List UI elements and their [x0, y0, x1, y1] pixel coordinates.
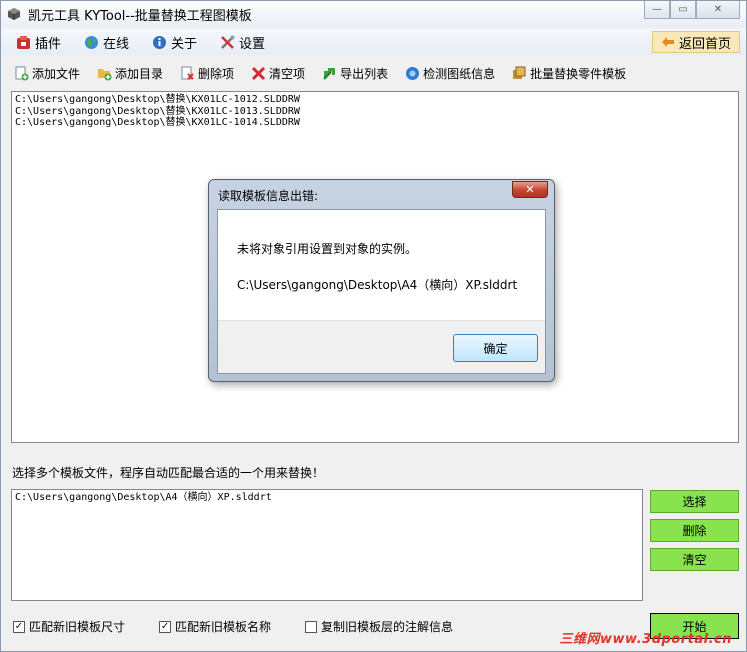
tool-label: 导出列表	[340, 66, 389, 81]
dialog-title: 读取模板信息出错:	[218, 189, 319, 203]
checkbox-box[interactable]: ✓	[159, 620, 172, 633]
tool-label: 删除项	[198, 66, 235, 81]
clear-icon	[250, 65, 266, 81]
dialog-message: 未将对象引用设置到对象的实例。	[237, 242, 418, 256]
close-button[interactable]: ✕	[696, 1, 740, 19]
inspect-drawing-button[interactable]: 检测图纸信息	[400, 62, 499, 84]
plugin-icon	[15, 34, 31, 50]
dialog-body: 未将对象引用设置到对象的实例。 C:\Users\gangong\Desktop…	[217, 209, 546, 374]
menu-plugin[interactable]: 插件	[7, 31, 69, 53]
export-list-button[interactable]: 导出列表	[317, 62, 392, 84]
maximize-button[interactable]: ▭	[670, 1, 696, 19]
add-folder-icon	[96, 65, 112, 81]
match-name-checkbox[interactable]: ✓ 匹配新旧模板名称	[159, 618, 271, 635]
add-folder-button[interactable]: 添加目录	[92, 62, 167, 84]
tools-icon	[219, 34, 235, 50]
arrow-left-icon	[661, 36, 675, 48]
globe-icon	[83, 34, 99, 50]
export-icon	[321, 65, 337, 81]
back-home-label: 返回首页	[678, 36, 731, 52]
inspect-icon	[404, 65, 420, 81]
menu-label: 设置	[239, 36, 266, 52]
list-item[interactable]: C:\Users\gangong\Desktop\A4（横向）XP.slddrt	[15, 492, 639, 504]
back-home-button[interactable]: 返回首页	[651, 31, 740, 53]
tool-label: 添加目录	[115, 66, 164, 81]
checkbox-label: 匹配新旧模板尺寸	[29, 620, 126, 634]
options-row: ✓ 匹配新旧模板尺寸 ✓ 匹配新旧模板名称 复制旧模板层的注解信息	[13, 618, 487, 635]
clear-template-button[interactable]: 清空	[650, 548, 739, 571]
tool-label: 批量替换零件模板	[530, 66, 627, 81]
clear-items-button[interactable]: 清空项	[246, 62, 309, 84]
add-file-button[interactable]: 添加文件	[9, 62, 84, 84]
list-item[interactable]: C:\Users\gangong\Desktop\替换\KX01LC-1013.…	[15, 106, 735, 118]
caption-buttons: — ▭ ✕	[644, 1, 740, 19]
window-title: 凯元工具 KYTool--批量替换工程图模板	[28, 8, 252, 24]
tool-label: 检测图纸信息	[423, 66, 496, 81]
menu-settings[interactable]: 设置	[211, 31, 273, 53]
menu-bar: 插件 在线 关于 设置 返回首页	[1, 29, 746, 55]
select-template-button[interactable]: 选择	[650, 490, 739, 513]
close-icon: ✕	[525, 183, 535, 196]
checkbox-box[interactable]	[305, 620, 318, 633]
error-dialog: 读取模板信息出错: ✕ 未将对象引用设置到对象的实例。 C:\Users\gan…	[208, 179, 555, 382]
dialog-footer: 确定	[218, 320, 545, 373]
match-size-checkbox[interactable]: ✓ 匹配新旧模板尺寸	[13, 618, 125, 635]
checkbox-label: 复制旧模板层的注解信息	[321, 620, 454, 634]
ok-button[interactable]: 确定	[453, 334, 538, 362]
tool-label: 添加文件	[32, 66, 81, 81]
template-file-list[interactable]: C:\Users\gangong\Desktop\A4（横向）XP.slddrt	[11, 489, 643, 601]
maximize-icon: ▭	[678, 4, 688, 15]
watermark: 三维网www.3dportal.cn	[559, 632, 732, 647]
toolbar: 添加文件 添加目录 删除项 清空项 导出列表 检测图纸信息 批量替换零件模板	[1, 59, 746, 87]
template-hint: 选择多个模板文件，程序自动匹配最合适的一个用来替换！	[12, 466, 325, 480]
menu-about[interactable]: 关于	[143, 31, 205, 53]
app-cube-icon	[6, 6, 22, 22]
title-bar: 凯元工具 KYTool--批量替换工程图模板 — ▭ ✕	[1, 1, 746, 27]
checkbox-box[interactable]: ✓	[13, 620, 25, 633]
checkbox-label: 匹配新旧模板名称	[175, 620, 272, 634]
replace-icon	[511, 65, 527, 81]
dialog-path: C:\Users\gangong\Desktop\A4（横向）XP.slddrt	[237, 278, 518, 292]
list-item[interactable]: C:\Users\gangong\Desktop\替换\KX01LC-1014.…	[15, 117, 735, 129]
menu-label: 关于	[171, 36, 198, 52]
menu-online[interactable]: 在线	[75, 31, 137, 53]
info-icon	[151, 34, 167, 50]
minimize-icon: —	[652, 4, 662, 15]
list-item[interactable]: C:\Users\gangong\Desktop\替换\KX01LC-1012.…	[15, 94, 735, 106]
minimize-button[interactable]: —	[644, 1, 670, 19]
tool-label: 清空项	[269, 66, 306, 81]
batch-replace-part-template-button[interactable]: 批量替换零件模板	[507, 62, 630, 84]
copy-annotation-checkbox[interactable]: 复制旧模板层的注解信息	[305, 618, 453, 635]
menu-label: 在线	[103, 36, 130, 52]
delete-item-button[interactable]: 删除项	[175, 62, 238, 84]
delete-item-icon	[179, 65, 195, 81]
dialog-close-button[interactable]: ✕	[512, 181, 548, 198]
close-icon: ✕	[713, 4, 723, 15]
add-file-icon	[13, 65, 29, 81]
delete-template-button[interactable]: 删除	[650, 519, 739, 542]
menu-label: 插件	[35, 36, 62, 52]
